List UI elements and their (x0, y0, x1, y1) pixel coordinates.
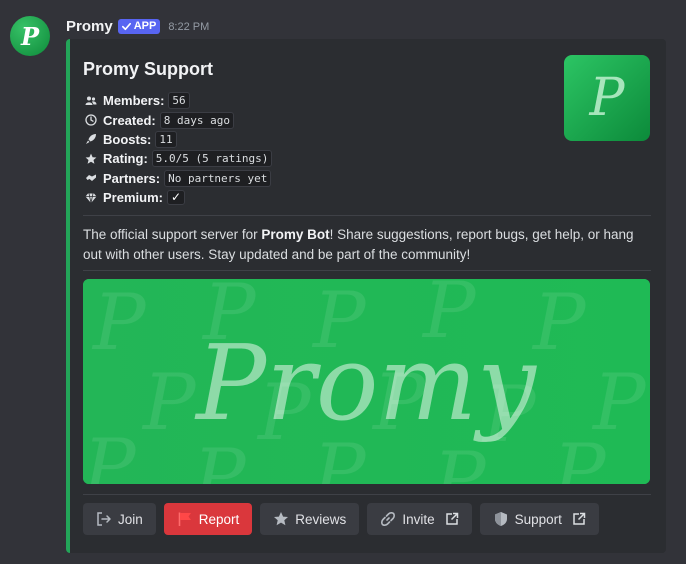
embed-fields: Members: 56 Created: 8 days ago Boosts: … (84, 91, 273, 207)
external-link-icon (445, 512, 458, 525)
embed-divider (83, 270, 651, 271)
support-button-label: Support (514, 511, 562, 527)
app-badge-label: APP (133, 20, 157, 32)
svg-text:P: P (20, 22, 40, 51)
shield-icon (494, 512, 507, 526)
svg-text:P: P (141, 358, 197, 448)
app-badge: APP (117, 18, 161, 34)
verified-check-icon (121, 22, 131, 30)
external-link-icon (573, 512, 586, 525)
field-created: Created: 8 days ago (84, 110, 272, 129)
field-boosts: Boosts: 11 (84, 130, 272, 149)
star-icon (274, 512, 289, 526)
banner-title: Promy (194, 322, 537, 444)
author-name[interactable]: Promy (66, 18, 113, 35)
svg-text:P: P (83, 423, 137, 484)
reviews-button[interactable]: Reviews (260, 503, 360, 535)
embed-title: Promy Support (83, 59, 214, 79)
svg-text:P: P (91, 279, 147, 368)
field-rating: Rating: 5.0/5 (5 ratings) (84, 149, 273, 168)
invite-button-label: Invite (402, 511, 435, 527)
action-row: Join Report Reviews Invite Support (83, 503, 599, 535)
banner-graphic: PPPPP PPPPP PPPPP Promy (83, 279, 650, 484)
description-text: The official support server for (83, 227, 262, 242)
join-button[interactable]: Join (83, 503, 156, 535)
embed-divider (83, 215, 651, 216)
field-value: 56 (168, 92, 190, 110)
members-icon (84, 94, 98, 108)
thumbnail-p-logo: P (564, 55, 650, 141)
link-icon (381, 512, 396, 526)
field-value: ✓ (166, 190, 186, 206)
svg-text:P: P (531, 279, 587, 368)
server-embed: Promy Support P Members: 56 Created: 8 d… (66, 39, 666, 553)
field-premium: Premium: ✓ (84, 188, 272, 207)
field-label: Created: (103, 112, 156, 128)
embed-thumbnail[interactable]: P (564, 55, 650, 141)
field-value: 8 days ago (159, 111, 234, 129)
message-timestamp[interactable]: 8:22 PM (168, 20, 209, 33)
field-partners: Partners: No partners yet (84, 169, 272, 188)
support-button[interactable]: Support (479, 503, 599, 535)
rocket-icon (84, 132, 98, 146)
field-label: Premium: (103, 190, 163, 206)
description-bold: Promy Bot (261, 227, 330, 242)
field-label: Boosts: (103, 131, 152, 147)
star-icon (84, 152, 98, 166)
field-value: 11 (155, 130, 177, 148)
field-members: Members: 56 (84, 91, 272, 110)
clock-icon (84, 113, 98, 127)
svg-text:P: P (589, 68, 626, 128)
flag-icon (178, 512, 191, 526)
embed-divider (83, 494, 651, 495)
field-label: Rating: (103, 151, 148, 167)
message-header: Promy APP 8:22 PM (66, 15, 209, 37)
diamond-icon (84, 191, 98, 205)
field-value: No partners yet (164, 169, 272, 187)
reviews-button-label: Reviews (295, 511, 347, 527)
report-button-label: Report (198, 511, 240, 527)
join-button-label: Join (118, 511, 143, 527)
field-value: 5.0/5 (5 ratings) (151, 150, 273, 168)
field-label: Members: (103, 93, 165, 109)
field-label: Partners: (103, 170, 161, 186)
join-icon (97, 512, 111, 526)
handshake-icon (84, 171, 98, 185)
report-button[interactable]: Report (163, 503, 253, 535)
bot-avatar[interactable]: P (10, 16, 50, 56)
avatar-p-logo: P (20, 22, 40, 51)
embed-description: The official support server for Promy Bo… (83, 225, 643, 265)
embed-banner-image[interactable]: PPPPP PPPPP PPPPP Promy (83, 279, 650, 484)
invite-button[interactable]: Invite (367, 503, 472, 535)
svg-text:P: P (551, 428, 607, 484)
